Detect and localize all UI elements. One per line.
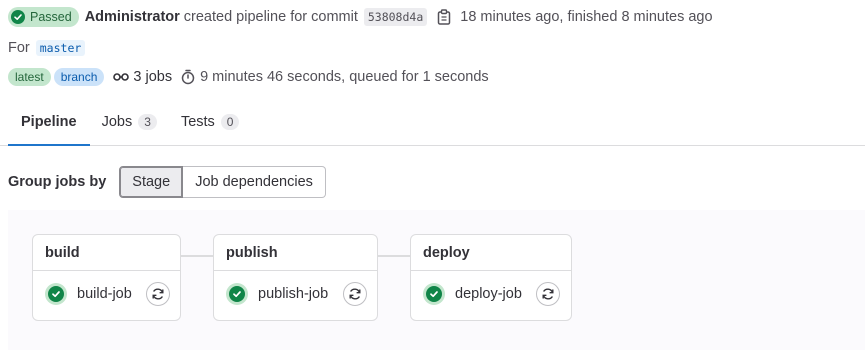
tab-tests[interactable]: Tests 0 xyxy=(169,99,252,145)
retry-icon[interactable] xyxy=(536,282,560,306)
retry-icon[interactable] xyxy=(146,282,170,306)
job-name: publish-job xyxy=(258,286,329,302)
stage-connector xyxy=(377,255,410,257)
stage-divider xyxy=(33,270,180,271)
stage-connector xyxy=(180,255,213,257)
stage-title: publish xyxy=(226,245,278,261)
check-circle-icon xyxy=(423,283,445,305)
status-badge[interactable]: Passed xyxy=(8,7,79,27)
tab-jobs[interactable]: Jobs 3 xyxy=(90,99,169,145)
job-publish[interactable]: publish-job xyxy=(226,283,328,305)
stage-title: build xyxy=(45,245,80,261)
pipeline-icon xyxy=(113,73,130,81)
jobs-count-label: 3 jobs xyxy=(133,69,173,85)
stage-build: build build-job xyxy=(32,234,181,321)
duration: 9 minutes 46 seconds, queued for 1 secon… xyxy=(181,69,489,85)
stage-button[interactable]: Stage xyxy=(119,166,184,198)
job-name: build-job xyxy=(77,286,132,302)
tab-pipeline-label: Pipeline xyxy=(21,114,77,130)
created-text: created pipeline for commit xyxy=(183,9,358,25)
tab-pipeline[interactable]: Pipeline xyxy=(8,99,90,146)
tab-jobs-label: Jobs xyxy=(101,114,133,130)
retry-icon[interactable] xyxy=(343,282,367,306)
stage-divider xyxy=(214,270,377,271)
pipeline-time: 18 minutes ago, finished 8 minutes ago xyxy=(460,9,713,25)
check-circle-icon xyxy=(226,283,248,305)
author-name[interactable]: Administrator xyxy=(85,9,180,25)
group-toggle: Stage Job dependencies xyxy=(119,166,326,198)
job-name: deploy-job xyxy=(455,286,522,302)
tab-tests-count: 0 xyxy=(220,114,240,130)
pipeline-meta: latest branch 3 jobs 9 minutes 46 second… xyxy=(8,67,489,87)
status-label: Passed xyxy=(30,10,72,24)
check-circle-icon xyxy=(45,283,67,305)
job-deploy[interactable]: deploy-job xyxy=(423,283,522,305)
jobs-count: 3 jobs xyxy=(113,69,172,85)
stage-title: deploy xyxy=(423,245,470,261)
job-dependencies-button[interactable]: Job dependencies xyxy=(183,166,326,198)
commit-sha[interactable]: 53808d4a xyxy=(363,8,428,26)
duration-label: 9 minutes 46 seconds, queued for 1 secon… xyxy=(200,69,489,85)
ref-row: For master xyxy=(8,38,86,58)
stage-publish: publish publish-job xyxy=(213,234,378,321)
copy-to-clipboard-icon[interactable] xyxy=(437,9,451,25)
timer-icon xyxy=(181,69,195,85)
check-circle-icon xyxy=(11,10,25,24)
pipeline-tabs: Pipeline Jobs 3 Tests 0 xyxy=(0,100,865,146)
stage-deploy: deploy deploy-job xyxy=(410,234,572,321)
group-jobs-by: Group jobs by Stage Job dependencies xyxy=(8,166,326,198)
pipeline-header: Passed Administrator created pipeline fo… xyxy=(8,6,713,28)
group-jobs-label: Group jobs by xyxy=(8,174,107,190)
pipeline-graph: build build-job publish publish-job depl… xyxy=(8,210,865,350)
branch-ref[interactable]: master xyxy=(35,40,86,56)
stage-divider xyxy=(411,270,571,271)
tab-tests-label: Tests xyxy=(180,114,215,130)
ref-prefix: For xyxy=(8,40,30,56)
latest-badge: latest xyxy=(8,68,51,86)
branch-badge: branch xyxy=(53,68,105,86)
tab-jobs-count: 3 xyxy=(138,114,157,130)
job-build[interactable]: build-job xyxy=(45,283,132,305)
